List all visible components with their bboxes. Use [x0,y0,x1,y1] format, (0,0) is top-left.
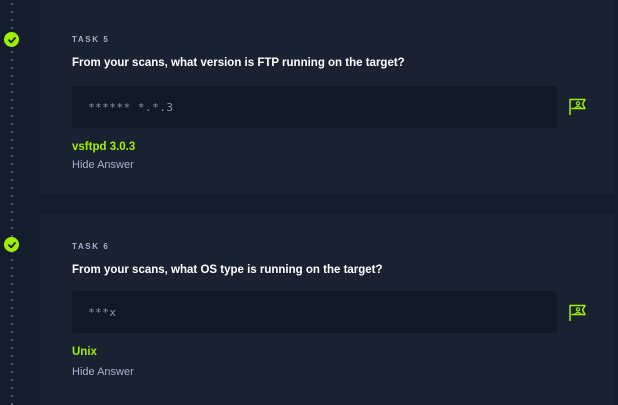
task-label: TASK 5 [72,35,110,44]
flag-icon[interactable] [568,98,588,116]
check-icon [4,32,19,47]
answer-mask: ***x [88,305,117,319]
hide-answer-link[interactable]: Hide Answer [72,159,134,171]
hide-answer-link[interactable]: Hide Answer [72,366,134,378]
task-card-6: TASK 6 From your scans, what OS type is … [40,214,614,405]
task-label: TASK 6 [72,242,110,251]
answer-mask: ****** *.*.3 [88,100,174,114]
task-card-5: TASK 5 From your scans, what version is … [40,0,614,194]
task-list: TASK 5 From your scans, what version is … [0,0,618,405]
revealed-answer: vsftpd 3.0.3 [72,141,136,153]
task-question: From your scans, what OS type is running… [72,264,383,276]
timeline [11,0,13,405]
task-question: From your scans, what version is FTP run… [72,57,405,69]
answer-field[interactable]: ****** *.*.3 [72,86,557,128]
check-icon [4,237,19,252]
flag-icon[interactable] [568,304,588,322]
revealed-answer: Unix [72,346,97,358]
answer-field[interactable]: ***x [72,291,557,333]
